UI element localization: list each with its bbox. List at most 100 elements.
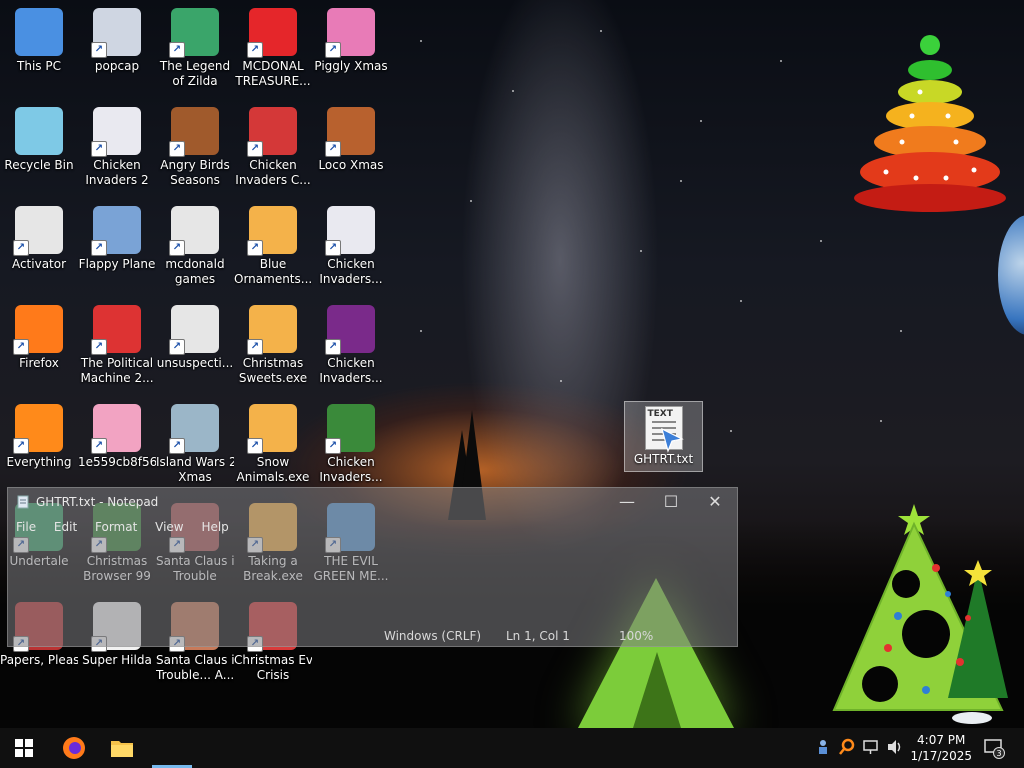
icon-label-line: Blue [259,257,287,271]
icon-label: Angry Birds Seasons [156,158,234,188]
menu-file[interactable]: File [16,520,36,534]
icon-label: Christmas Sweets.exe [234,356,312,386]
app-icon: ↗ [169,305,219,355]
icon-label: Blue Ornaments.... [234,257,312,287]
desktop-icon[interactable]: ↗ Piggly Xmas [312,2,390,98]
icon-label: mcdonald games [156,257,234,287]
tray-app-icon[interactable] [814,738,832,760]
icon-label-line: mcdonald [165,257,225,271]
desktop-icon[interactable]: ↗ The Legend of Zilda [156,2,234,98]
desktop-icon[interactable]: ↗ Chicken Invaders 2 [78,101,156,197]
desktop-icon-ghtrt-txt[interactable]: TEXT GHTRT.txt [624,401,703,472]
shortcut-arrow-icon: ↗ [325,42,341,58]
shortcut-arrow-icon: ↗ [91,42,107,58]
desktop-icon[interactable]: ↗ Chicken Invaders C... [234,101,312,197]
notepad-window[interactable]: GHTRT.txt - Notepad — ☐ ✕ File Edit Form… [7,487,738,647]
icon-label-line: Santa Claus in [156,653,234,667]
taskbar: 4:07 PM 1/17/2025 3 [0,728,1024,768]
desktop-icon[interactable]: ↗ Angry Birds Seasons [156,101,234,197]
desktop-icon[interactable]: ↗ Snow Animals.exe [234,398,312,494]
shortcut-arrow-icon: ↗ [91,240,107,256]
taskbar-firefox[interactable] [50,728,98,768]
app-icon: ↗ [247,8,297,58]
desktop-icon[interactable]: ↗ mcdonald games [156,200,234,296]
menu-help[interactable]: Help [201,520,228,534]
icon-label: Loco Xmas [312,158,390,173]
desktop-icon[interactable]: ↗ Loco Xmas [312,101,390,197]
desktop-icon[interactable]: ↗ popcap [78,2,156,98]
desktop-icon[interactable]: ↗ Firefox [0,299,78,395]
action-center-button[interactable]: 3 [970,728,1018,768]
app-icon: ↗ [13,404,63,454]
desktop-icon[interactable]: ↗ Christmas Sweets.exe [234,299,312,395]
shortcut-arrow-icon: ↗ [169,438,185,454]
icon-label-line: Activator [11,257,67,271]
notepad-title: GHTRT.txt - Notepad [36,495,159,509]
menu-format[interactable]: Format [95,520,137,534]
icon-label-line: This PC [17,59,61,73]
icon-label: The Legend of Zilda [156,59,234,89]
notification-count: 3 [996,749,1001,758]
notepad-menu-bar: File Edit Format View Help [16,520,243,534]
desktop-icon[interactable]: ↗ Chicken Invaders... [312,200,390,296]
menu-edit[interactable]: Edit [54,520,77,534]
text-file-icon: TEXT [644,406,684,453]
tray-everything[interactable] [838,738,856,760]
icon-label-line: Chicken [327,455,375,469]
shortcut-arrow-icon: ↗ [91,141,107,157]
icon-label-line: Angry Birds [160,158,230,172]
close-button[interactable]: ✕ [693,488,737,516]
icon-label-line: 1e559cb8f56... [78,455,156,469]
desktop-icon[interactable]: ↗ Chicken Invaders... [312,398,390,494]
app-icon: ↗ [169,206,219,256]
desktop-icon[interactable]: ↗ Flappy Plane [78,200,156,296]
icon-label-line: Everything [6,455,72,469]
icon-label-line: The Legend [159,59,231,73]
icon-label: Christmas Eve Crisis [234,653,312,683]
person-network-icon [819,740,827,754]
icon-label-line: MCDONAL [242,59,304,73]
minimize-button[interactable]: — [605,488,649,516]
snow-globe-decoration [998,215,1024,335]
app-icon: ↗ [91,206,141,256]
windows-logo-icon [15,739,33,757]
shortcut-arrow-icon: ↗ [91,438,107,454]
taskbar-file-explorer[interactable] [98,728,146,768]
tray-network[interactable] [862,738,880,760]
menu-view[interactable]: View [155,520,183,534]
icon-label-line: Christmas [242,356,304,370]
icon-label-line: Piggly Xmas [314,59,388,73]
desktop-icon[interactable]: ↗ Blue Ornaments.... [234,200,312,296]
shortcut-arrow-icon: ↗ [13,438,29,454]
desktop-icon[interactable]: ↗ Island Wars 2 Xmas [156,398,234,494]
app-icon: ↗ [247,107,297,157]
shortcut-arrow-icon: ↗ [169,141,185,157]
icon-label-line: Island Wars 2 [156,455,234,469]
folder-icon [111,741,133,757]
shortcut-arrow-icon: ↗ [247,438,263,454]
shortcut-arrow-icon: ↗ [247,240,263,256]
desktop-icon[interactable]: This PC [0,2,78,98]
tray-volume[interactable] [886,738,904,760]
icon-label-line: Papers, Please [0,653,78,667]
icon-label-line: games [174,272,216,286]
icon-label: Chicken Invaders C... [234,158,312,188]
desktop-icon[interactable]: ↗1e559cb8f56... [78,398,156,494]
desktop-icon[interactable]: Recycle Bin [0,101,78,197]
desktop-icon[interactable]: ↗ Chicken Invaders... [312,299,390,395]
spiral-christmas-tree-decoration [854,35,1006,212]
desktop-icon[interactable]: ↗ MCDONAL TREASURE... [234,2,312,98]
shortcut-arrow-icon: ↗ [247,42,263,58]
desktop-icon[interactable]: ↗ Everything [0,398,78,494]
clock-date: 1/17/2025 [910,749,972,763]
desktop-icon[interactable]: ↗ The Political Machine 2... [78,299,156,395]
shortcut-arrow-icon: ↗ [91,339,107,355]
desktop-icon[interactable]: ↗ unsuspecti... [156,299,234,395]
christmas-tree-decoration [832,504,1008,724]
desktop-icon[interactable]: ↗ Activator [0,200,78,296]
system-clock[interactable]: 4:07 PM 1/17/2025 [910,732,972,764]
notepad-title-bar[interactable]: GHTRT.txt - Notepad — ☐ ✕ [8,488,737,516]
icon-label-line: popcap [94,59,140,73]
maximize-button[interactable]: ☐ [649,488,693,516]
start-button[interactable] [0,728,48,768]
